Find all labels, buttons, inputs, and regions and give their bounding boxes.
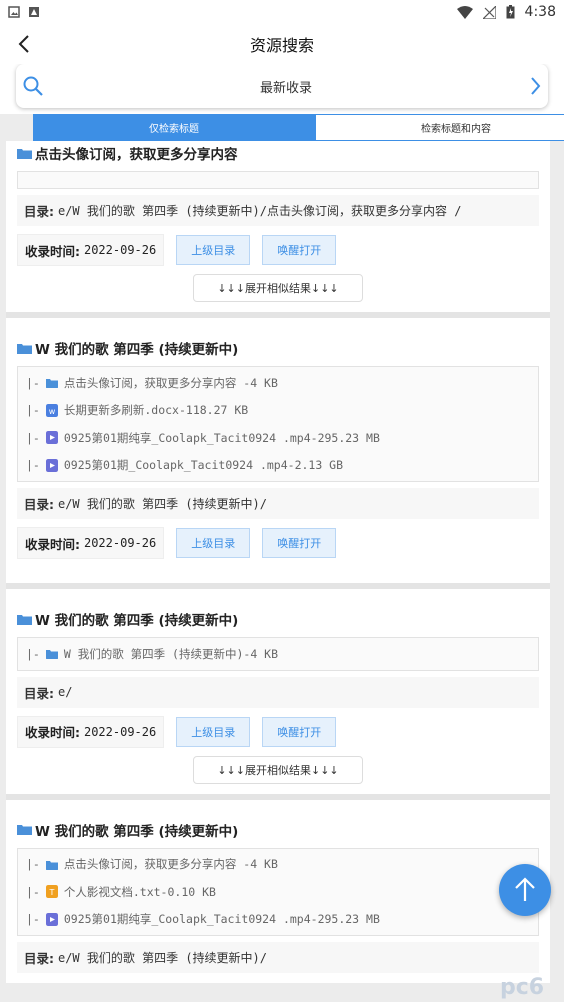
status-bar: 4:38 <box>0 0 564 24</box>
folder-icon <box>17 343 32 354</box>
scroll-to-top-button[interactable] <box>499 864 551 916</box>
list-item[interactable]: |- 0925第01期纯享_Coolapk_Tacit0924 .mp4-295… <box>26 906 530 934</box>
parent-directory-button[interactable]: 上级目录 <box>176 528 251 558</box>
result-card: 点击头像订阅，获取更多分享内容 目录: e/W 我们的歌 第四季 (持续更新中)… <box>6 141 550 318</box>
parent-directory-button[interactable]: 上级目录 <box>176 716 251 747</box>
result-card: W 我们的歌 第四季 (持续更新中) |- W 我们的歌 第四季 (持续更新中)… <box>6 589 550 800</box>
wifi-icon <box>456 5 473 19</box>
file-list: |- W 我们的歌 第四季 (持续更新中)-4 KB <box>17 637 539 671</box>
results-list: 点击头像订阅，获取更多分享内容 目录: e/W 我们的歌 第四季 (持续更新中)… <box>0 141 564 983</box>
meta-row: 收录时间: 2022-09-26 上级目录 唤醒打开 <box>17 715 539 748</box>
search-bar[interactable]: 最新收录 <box>16 64 548 108</box>
folder-icon <box>45 860 58 870</box>
folder-icon <box>45 650 58 660</box>
collected-time: 收录时间: 2022-09-26 <box>17 715 165 748</box>
search-icon[interactable] <box>22 75 44 97</box>
expand-similar-button[interactable]: ↓↓↓展开相似结果↓↓↓ <box>193 274 363 302</box>
result-card: W 我们的歌 第四季 (持续更新中) |- 点击头像订阅，获取更多分享内容 -4… <box>6 318 550 589</box>
svg-text:T: T <box>48 888 54 897</box>
page-title: 资源搜索 <box>249 36 314 55</box>
folder-icon <box>17 614 32 625</box>
result-title[interactable]: W 我们的歌 第四季 (持续更新中) <box>17 607 539 631</box>
tab-title-only[interactable]: 仅检索标题 <box>33 114 315 141</box>
open-app-button[interactable]: 唤醒打开 <box>262 716 337 747</box>
image-notification-icon <box>8 6 20 18</box>
directory-row: 目录: e/W 我们的歌 第四季 (持续更新中)/点击头像订阅，获取更多分享内容… <box>17 195 539 226</box>
txt-file-icon: T <box>45 885 58 899</box>
result-card: W 我们的歌 第四季 (持续更新中) |- 点击头像订阅，获取更多分享内容 -4… <box>6 799 550 983</box>
open-app-button[interactable]: 唤醒打开 <box>262 528 337 558</box>
video-file-icon <box>45 431 58 445</box>
search-mode-tabs: 仅检索标题 检索标题和内容 <box>33 114 564 141</box>
file-list: |- 点击头像订阅，获取更多分享内容 -4 KB |- w 长期更新多刷新.do… <box>17 366 539 482</box>
open-app-button[interactable]: 唤醒打开 <box>262 235 337 265</box>
list-item[interactable]: |- 0925第01期纯享_Coolapk_Tacit0924 .mp4-295… <box>26 424 530 452</box>
video-file-icon <box>45 458 58 472</box>
result-title[interactable]: 点击头像订阅，获取更多分享内容 <box>17 141 539 165</box>
chevron-right-icon[interactable] <box>528 76 542 96</box>
svg-text:pc6: pc6 <box>500 975 544 999</box>
svg-text:w: w <box>49 407 56 416</box>
list-item[interactable]: |- W 我们的歌 第四季 (持续更新中)-4 KB <box>26 640 530 668</box>
app-notification-icon <box>29 7 39 17</box>
parent-directory-button[interactable]: 上级目录 <box>176 235 251 265</box>
list-item[interactable]: |- 点击头像订阅，获取更多分享内容 -4 KB <box>26 851 530 879</box>
chevron-left-icon <box>18 35 29 53</box>
video-file-icon <box>45 912 58 926</box>
search-section: 最新收录 <box>0 64 564 114</box>
file-list <box>17 171 539 189</box>
collected-time: 收录时间: 2022-09-26 <box>17 234 165 266</box>
expand-similar-button[interactable]: ↓↓↓展开相似结果↓↓↓ <box>193 755 363 784</box>
meta-row: 收录时间: 2022-09-26 上级目录 唤醒打开 <box>17 527 539 559</box>
signal-icon <box>482 5 496 19</box>
pc6-logo-icon: pc6 <box>500 975 544 1000</box>
battery-icon <box>506 5 515 19</box>
search-query[interactable]: 最新收录 <box>44 77 528 96</box>
list-item[interactable]: |- 0925第01期_Coolapk_Tacit0924 .mp4-2.13 … <box>26 452 530 480</box>
folder-icon <box>17 148 32 159</box>
list-item[interactable]: |- w 长期更新多刷新.docx-118.27 KB <box>26 397 530 425</box>
tab-title-and-content[interactable]: 检索标题和内容 <box>315 114 564 141</box>
collected-time: 收录时间: 2022-09-26 <box>17 527 165 559</box>
directory-row: 目录: e/W 我们的歌 第四季 (持续更新中)/ <box>17 942 539 973</box>
meta-row: 收录时间: 2022-09-26 上级目录 唤醒打开 <box>17 234 539 266</box>
doc-file-icon: w <box>45 403 58 417</box>
watermark-logo: pc6 <box>500 973 556 1002</box>
directory-row: 目录: e/W 我们的歌 第四季 (持续更新中)/ <box>17 488 539 519</box>
result-title[interactable]: W 我们的歌 第四季 (持续更新中) <box>17 818 539 842</box>
back-button[interactable] <box>12 32 36 56</box>
directory-row: 目录: e/ <box>17 676 539 708</box>
folder-icon <box>17 825 32 835</box>
app-bar: 资源搜索 <box>0 24 564 64</box>
folder-icon <box>45 379 58 389</box>
list-item[interactable]: |- T 个人影视文档.txt-0.10 KB <box>26 878 530 906</box>
clock: 4:38 <box>524 4 556 20</box>
file-list: |- 点击头像订阅，获取更多分享内容 -4 KB |- T 个人影视文档.txt… <box>17 847 539 936</box>
arrow-up-icon <box>515 877 535 901</box>
screen: 4:38 资源搜索 最新收录 仅检索标题 检索标题和内容 点击头像订阅，获取更多… <box>0 0 564 1002</box>
list-item[interactable]: |- 点击头像订阅，获取更多分享内容 -4 KB <box>26 369 530 397</box>
result-title[interactable]: W 我们的歌 第四季 (持续更新中) <box>17 336 539 360</box>
